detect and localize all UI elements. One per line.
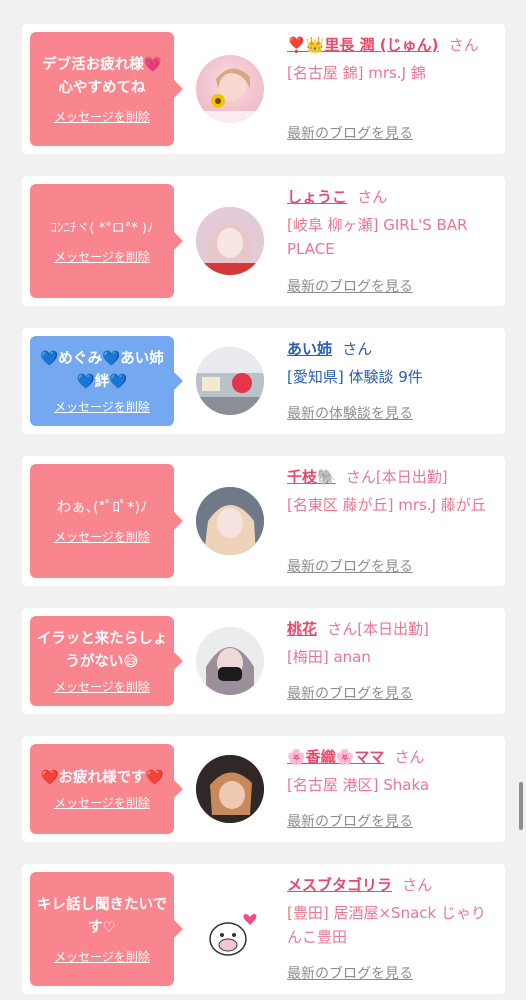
message-bubble: ❤️お疲れ様です❤️ メッセージを削除 [30, 744, 183, 834]
message-text: 💙めぐみ💙あい姉💙絆💙 [40, 350, 164, 390]
girl-portrait-icon [196, 487, 264, 555]
honorific: さん [342, 340, 373, 358]
user-name-link[interactable]: ❣️👑里長 潤 (じゅん) [287, 36, 439, 54]
latest-blog-link[interactable]: 最新のブログを見る [287, 276, 413, 296]
list-item: 💙めぐみ💙あい姉💙絆💙 メッセージを削除 あい姉 さん [愛知県] 体験談 9件… [22, 328, 505, 434]
list-item: デブ活お疲れ様💗心やすめてね メッセージを削除 ❣️👑里長 潤 (じゅん) さん… [22, 24, 505, 154]
user-name-link[interactable]: あい姉 [287, 340, 332, 358]
message-text: デブ活お疲れ様💗心やすめてね [42, 56, 162, 96]
message-bubble: デブ活お疲れ様💗心やすめてね メッセージを削除 [30, 32, 183, 146]
latest-blog-link[interactable]: 最新のブログを見る [287, 683, 413, 703]
shop-detail: [梅田] anan [287, 648, 371, 666]
previous-card-links [0, 0, 526, 10]
masked-girl-icon [196, 627, 264, 695]
delete-message-link[interactable]: メッセージを削除 [54, 398, 150, 415]
latest-blog-link[interactable]: 最新のブログを見る [287, 123, 413, 143]
message-bubble: わぁ､(*ﾟﾛﾟ*)ﾉ メッセージを削除 [30, 464, 183, 578]
message-bubble: 💙めぐみ💙あい姉💙絆💙 メッセージを削除 [30, 336, 183, 426]
list-item: ｺﾝﾆﾁヾ( *°ロ°* )ﾉ メッセージを削除 しょうこ さん [岐阜 柳ヶ瀬… [22, 176, 505, 306]
list-item: わぁ､(*ﾟﾛﾟ*)ﾉ メッセージを削除 千枝🐘 さん[本日出勤] [名東区 藤… [22, 456, 505, 586]
honorific: さん[本日出勤] [327, 620, 429, 638]
user-name-link[interactable]: 千枝🐘 [287, 468, 336, 486]
message-text: ❤️お疲れ様です❤️ [40, 770, 164, 786]
user-info: しょうこ さん [岐阜 柳ヶ瀬] GIRL'S BAR PLACE [287, 185, 497, 261]
message-text: キレ話し聞きたいです♡ [36, 896, 168, 936]
message-bubble: キレ話し聞きたいです♡ メッセージを削除 [30, 872, 183, 986]
gorilla-illustration-icon [196, 895, 264, 963]
message-bubble: イラッと来たらしょうがない😅 メッセージを削除 [30, 616, 183, 706]
user-info: あい姉 さん [愛知県] 体験談 9件 [287, 337, 497, 389]
user-name-link[interactable]: 🌸香織🌸ママ [287, 748, 384, 766]
delete-message-link[interactable]: メッセージを削除 [54, 248, 150, 265]
avatar[interactable] [196, 895, 264, 963]
user-name-link[interactable]: 桃花 [287, 620, 317, 638]
honorific: さん [448, 36, 479, 54]
user-info: 千枝🐘 さん[本日出勤] [名東区 藤が丘] mrs.J 藤が丘 [287, 465, 497, 517]
user-info: 桃花 さん[本日出勤] [梅田] anan [287, 617, 497, 669]
girl-portrait-icon [196, 207, 264, 275]
shop-detail: [名古屋 錦] mrs.J 錦 [287, 64, 426, 82]
user-name-link[interactable]: しょうこ [287, 188, 347, 206]
user-info: 🌸香織🌸ママ さん [名古屋 港区] Shaka [287, 745, 497, 797]
shop-detail: [豊田] 居酒屋×Snack じゃりんこ豊田 [287, 904, 486, 946]
shop-detail: [岐阜 柳ヶ瀬] GIRL'S BAR PLACE [287, 216, 468, 258]
latest-blog-link[interactable]: 最新のブログを見る [287, 963, 413, 983]
honorific: さん [357, 188, 388, 206]
latest-blog-link[interactable]: 最新のブログを見る [287, 556, 413, 576]
list-item: ❤️お疲れ様です❤️ メッセージを削除 🌸香織🌸ママ さん [名古屋 港区] S… [22, 736, 505, 842]
user-info: メスブタゴリラ さん [豊田] 居酒屋×Snack じゃりんこ豊田 [287, 873, 497, 949]
avatar[interactable] [196, 207, 264, 275]
message-bubble: ｺﾝﾆﾁヾ( *°ロ°* )ﾉ メッセージを削除 [30, 184, 183, 298]
selfie-icon [196, 755, 264, 823]
scrollbar[interactable] [519, 782, 523, 830]
avatar[interactable] [196, 627, 264, 695]
photo-icon [196, 347, 264, 415]
delete-message-link[interactable]: メッセージを削除 [54, 678, 150, 695]
avatar[interactable] [196, 487, 264, 555]
delete-message-link[interactable]: メッセージを削除 [54, 794, 150, 811]
shop-detail: [名古屋 港区] Shaka [287, 776, 430, 794]
delete-message-link[interactable]: メッセージを削除 [54, 108, 150, 125]
list-item: キレ話し聞きたいです♡ メッセージを削除 メスブタゴリラ さん [豊田] 居酒屋… [22, 864, 505, 994]
honorific: さん [402, 876, 433, 894]
sunflower-icon [196, 68, 264, 123]
message-text: ｺﾝﾆﾁヾ( *°ロ°* )ﾉ [50, 221, 154, 236]
avatar[interactable] [196, 55, 264, 123]
avatar[interactable] [196, 755, 264, 823]
user-name-link[interactable]: メスブタゴリラ [287, 876, 392, 894]
avatar[interactable] [196, 347, 264, 415]
message-text: わぁ､(*ﾟﾛﾟ*)ﾉ [56, 500, 148, 516]
honorific: さん [394, 748, 425, 766]
delete-message-link[interactable]: メッセージを削除 [54, 948, 150, 965]
latest-blog-link[interactable]: 最新のブログを見る [287, 811, 413, 831]
shop-detail: [名東区 藤が丘] mrs.J 藤が丘 [287, 496, 486, 514]
message-text: イラッと来たらしょうがない😅 [36, 630, 168, 670]
latest-review-link[interactable]: 最新の体験談を見る [287, 403, 413, 423]
user-info: ❣️👑里長 潤 (じゅん) さん [名古屋 錦] mrs.J 錦 [287, 33, 497, 85]
list-item: イラッと来たらしょうがない😅 メッセージを削除 桃花 さん[本日出勤] [梅田]… [22, 608, 505, 714]
honorific: さん[本日出勤] [345, 468, 448, 486]
delete-message-link[interactable]: メッセージを削除 [54, 528, 150, 545]
shop-detail: [愛知県] 体験談 9件 [287, 368, 423, 386]
